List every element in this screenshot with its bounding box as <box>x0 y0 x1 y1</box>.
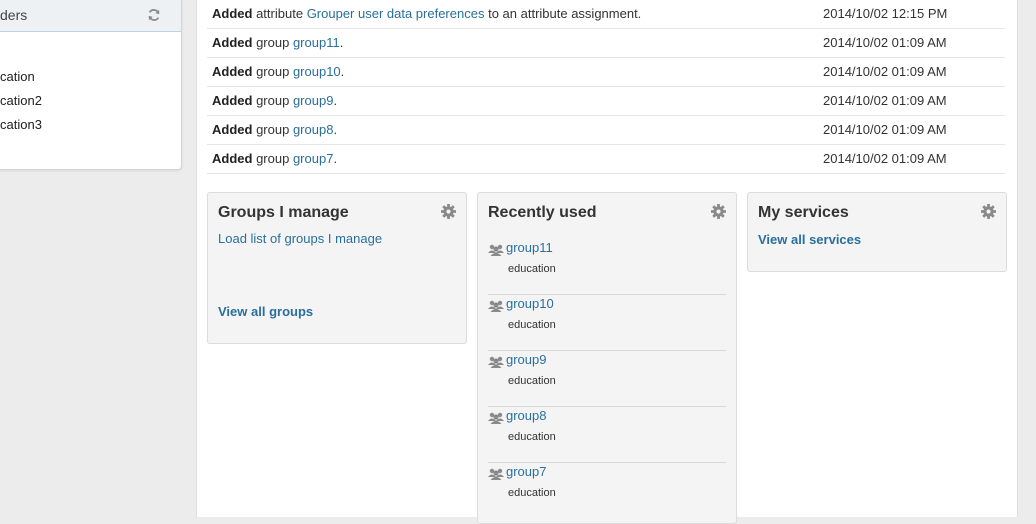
folders-panel-title: ders <box>0 7 28 23</box>
recent-item-folder: education <box>508 487 556 499</box>
activity-suffix: to an attribute assignment. <box>488 6 642 21</box>
activity-link[interactable]: group7 <box>293 151 333 166</box>
activity-row: Added attribute Grouper user data prefer… <box>207 0 1005 29</box>
activity-suffix: . <box>333 151 338 166</box>
activity-action: Added <box>212 64 253 79</box>
my-services-box: My services View all services <box>747 192 1007 272</box>
activity-type: group <box>256 122 290 137</box>
recent-item-folder: education <box>508 319 556 331</box>
activity-time: 2014/10/02 01:09 AM <box>823 35 947 50</box>
activity-action: Added <box>212 93 253 108</box>
main-content: Added attribute Grouper user data prefer… <box>196 0 1018 524</box>
folders-panel: ders cation cation2 cation3 <box>0 0 182 170</box>
view-all-services-link[interactable]: View all services <box>758 232 861 247</box>
activity-action: Added <box>212 35 253 50</box>
activity-suffix: . <box>340 64 345 79</box>
refresh-icon[interactable] <box>147 8 161 22</box>
recent-item: group8 education <box>488 407 726 463</box>
recently-used-box: Recently used group11 education group10 … <box>477 192 737 524</box>
activity-link[interactable]: group11 <box>293 35 340 50</box>
folder-tree: cation cation2 cation3 <box>0 69 42 141</box>
activity-row: Added group group11. 2014/10/02 01:09 AM <box>207 29 1005 58</box>
recent-item: group11 education <box>488 239 726 295</box>
my-services-title: My services <box>758 204 849 221</box>
activity-action: Added <box>212 6 253 21</box>
folder-tree-item[interactable]: cation3 <box>0 117 42 141</box>
activity-type: group <box>256 64 290 79</box>
activity-row: Added group group8. 2014/10/02 01:09 AM <box>207 116 1005 145</box>
group-icon <box>488 356 504 368</box>
activity-suffix: . <box>333 93 338 108</box>
activity-action: Added <box>212 122 253 137</box>
activity-link[interactable]: group8 <box>293 122 333 137</box>
activity-action: Added <box>212 151 253 166</box>
recent-item: group10 education <box>488 295 726 351</box>
activity-time: 2014/10/02 01:09 AM <box>823 93 947 108</box>
activity-type: group <box>256 93 290 108</box>
activity-time: 2014/10/02 01:09 AM <box>823 151 947 166</box>
recent-item: group7 education <box>488 463 726 519</box>
group-icon <box>488 412 504 424</box>
recent-item-link[interactable]: group7 <box>506 464 546 479</box>
gear-icon[interactable] <box>711 204 726 219</box>
recent-item-link[interactable]: group9 <box>506 352 546 367</box>
activity-row: Added group group10. 2014/10/02 01:09 AM <box>207 58 1005 87</box>
recent-item-link[interactable]: group10 <box>506 296 554 311</box>
recent-item-folder: education <box>508 431 556 443</box>
groups-i-manage-box: Groups I manage Load list of groups I ma… <box>207 192 467 344</box>
load-groups-link[interactable]: Load list of groups I manage <box>218 231 382 246</box>
gear-icon[interactable] <box>441 204 456 219</box>
gear-icon[interactable] <box>981 204 996 219</box>
activity-link[interactable]: Grouper user data preferences <box>307 6 485 21</box>
activity-time: 2014/10/02 12:15 PM <box>823 6 948 21</box>
group-icon <box>488 244 504 256</box>
activity-row: Added group group9. 2014/10/02 01:09 AM <box>207 87 1005 116</box>
activity-suffix: . <box>339 35 344 50</box>
activity-suffix: . <box>333 122 338 137</box>
view-all-groups-link[interactable]: View all groups <box>218 304 313 319</box>
activity-row: Added group group7. 2014/10/02 01:09 AM <box>207 145 1005 174</box>
activity-link[interactable]: group9 <box>293 93 333 108</box>
folder-tree-item[interactable]: cation2 <box>0 93 42 117</box>
activity-type: attribute <box>256 6 304 21</box>
recent-item-folder: education <box>508 375 556 387</box>
recent-item-link[interactable]: group11 <box>506 240 553 255</box>
activity-time: 2014/10/02 01:09 AM <box>823 122 947 137</box>
groups-i-manage-title: Groups I manage <box>218 204 349 221</box>
recent-item-link[interactable]: group8 <box>506 408 546 423</box>
group-icon <box>488 468 504 480</box>
activity-type: group <box>256 35 290 50</box>
group-icon <box>488 300 504 312</box>
folders-panel-header: ders <box>0 0 181 32</box>
folder-tree-item[interactable]: cation <box>0 69 42 93</box>
activity-time: 2014/10/02 01:09 AM <box>823 64 947 79</box>
recent-item-folder: education <box>508 263 556 275</box>
recently-used-title: Recently used <box>488 204 597 221</box>
activity-link[interactable]: group10 <box>293 64 341 79</box>
recent-item: group9 education <box>488 351 726 407</box>
activity-type: group <box>256 151 290 166</box>
